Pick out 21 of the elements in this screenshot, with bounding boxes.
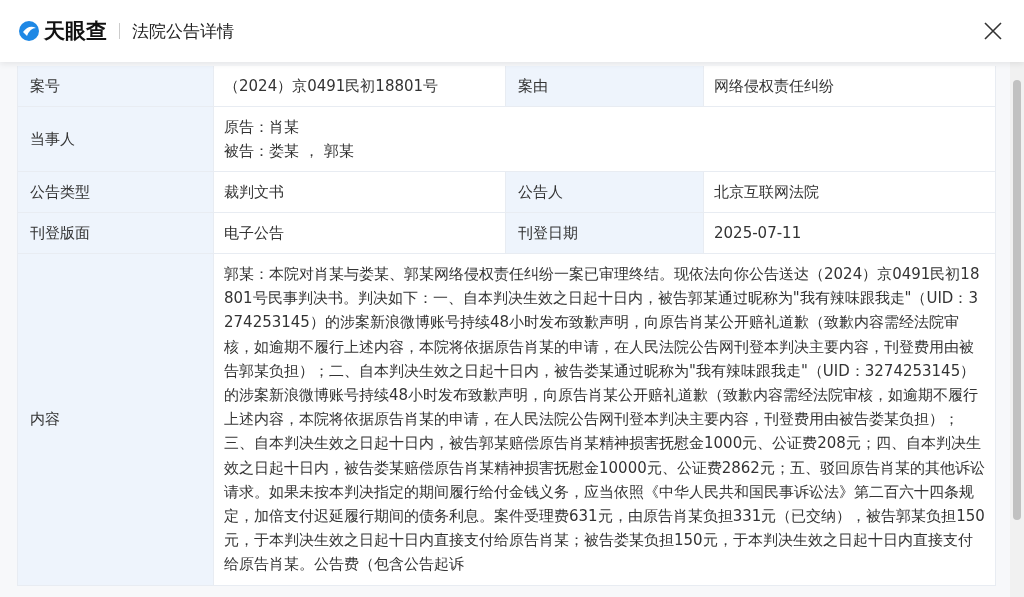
field-label: 当事人 — [18, 107, 214, 172]
field-label: 内容 — [18, 254, 214, 586]
party-line: 原告：肖某 — [224, 117, 300, 138]
logo-icon — [18, 20, 40, 42]
logo-text: 天眼查 — [44, 18, 107, 45]
field-value: 北京互联网法院 — [704, 172, 996, 213]
field-label: 公告类型 — [18, 172, 214, 213]
field-value: （2024）京0491民初18801号 — [214, 66, 506, 107]
page-title: 法院公告详情 — [132, 19, 234, 43]
field-label: 案由 — [506, 66, 704, 107]
field-label: 刊登版面 — [18, 213, 214, 254]
party-line: 被告：娄某 ， 郭某 — [224, 141, 355, 162]
field-value: 电子公告 — [214, 213, 506, 254]
content-text: 郭某：本院对肖某与娄某、郭某网络侵权责任纠纷一案已审理终结。现依法向你公告送达（2024）京0491民初18801号民事判决书。判决如下：一、自本判决生效之日起十日内，被告郭某通过昵称为"我有辣味跟我走"（UID：3274253145）的涉案新浪微博账号持续48小时发布致歉声明，向原告肖某公开赔礼道歉（致歉内容需经法院审核，如逾期不履行上述内容，本院将依据原告肖某的申请，在人民法院公告网刊登本判决主要内容，刊登费用由被告郭某负担）；二、自本判决生效之日起十日内，被告娄某通过昵称为"我有辣味跟我走"（UID：3274253145）的涉案新浪微博账号持续48小时发布致歉声明，向原告肖某公开赔礼道歉（致歉内容需经法院审核，如逾期不履行上述内容，本院将依据原告肖某的申请，在人民法院公告网刊登本判决主要内容，刊登费用由被告娄某负担）；三、自本判决生效之日起十日内，被告郭某赔偿原告肖某精神损害抚慰金1000元、公证费208元；四、自本判决生效之日起十日内，被告娄某赔偿原告肖某精神损害抚慰金10000元、公证费2862元；五、驳回原告肖某的其他诉讼请求。如果未按本判决指定的期间履行给付金钱义务，应当依照《中华人民共和国民事诉讼法》第二百六十四条规定，加倍支付迟延履行期间的债务利息。案件受理费631元，由原告肖某负担331元（已交纳），被告郭某负担150元，于本判决生效之日起十日内直接支付给原告肖某；被告娄某负担150元，于本判决生效之日起十日内直接支付给原告肖某。公告费（包含公告起诉 — [224, 264, 985, 576]
close-icon — [984, 22, 1002, 40]
field-label: 案号 — [18, 66, 214, 107]
field-label: 公告人 — [506, 172, 704, 213]
field-label: 刊登日期 — [506, 213, 704, 254]
field-value: 裁判文书 — [214, 172, 506, 213]
field-value: 2025-07-11 — [704, 213, 996, 254]
field-value: 网络侵权责任纠纷 — [704, 66, 996, 107]
